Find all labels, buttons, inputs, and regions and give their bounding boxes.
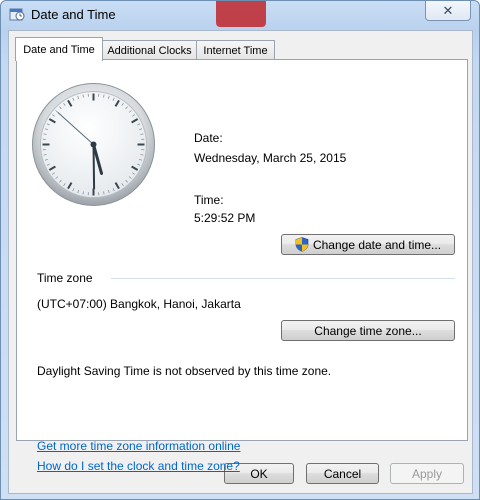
- date-value: Wednesday, March 25, 2015: [194, 151, 347, 165]
- tab-additional-clocks[interactable]: Additional Clocks: [101, 40, 198, 60]
- how-to-set-clock-link[interactable]: How do I set the clock and time zone?: [37, 459, 240, 473]
- window-title: Date and Time: [31, 7, 116, 22]
- more-time-zone-info-link[interactable]: Get more time zone information online: [37, 439, 240, 453]
- apply-button[interactable]: Apply: [390, 463, 464, 484]
- close-button[interactable]: ✕: [425, 1, 471, 21]
- date-time-window: Date and Time ✕ Date and Time Additional…: [0, 0, 480, 500]
- time-zone-section-label: Time zone: [37, 271, 93, 285]
- close-icon: ✕: [442, 2, 454, 18]
- background-decoration: [216, 1, 266, 27]
- cancel-button[interactable]: Cancel: [306, 463, 379, 484]
- tab-panel-date-and-time: Date: Wednesday, March 25, 2015 Time: 5:…: [16, 59, 468, 473]
- minute-hand: [92, 143, 96, 190]
- time-label: Time:: [194, 193, 224, 207]
- change-time-zone-button[interactable]: Change time zone...: [281, 320, 455, 341]
- change-date-time-button[interactable]: Change date and time...: [281, 234, 455, 255]
- section-divider: [111, 278, 455, 279]
- dst-note: Daylight Saving Time is not observed by …: [37, 364, 332, 378]
- analog-clock: [32, 83, 155, 206]
- title-bar[interactable]: Date and Time ✕: [1, 1, 479, 29]
- calendar-clock-icon: [9, 8, 25, 21]
- date-label: Date:: [194, 131, 223, 145]
- time-zone-value: (UTC+07:00) Bangkok, Hanoi, Jakarta: [37, 297, 241, 311]
- change-date-time-label: Change date and time...: [312, 237, 442, 252]
- tab-internet-time[interactable]: Internet Time: [196, 40, 275, 60]
- tab-date-and-time[interactable]: Date and Time: [15, 37, 103, 61]
- time-value: 5:29:52 PM: [194, 211, 256, 225]
- uac-shield-icon: [295, 237, 309, 252]
- dialog-client-area: Date and Time Additional Clocks Internet…: [8, 30, 473, 494]
